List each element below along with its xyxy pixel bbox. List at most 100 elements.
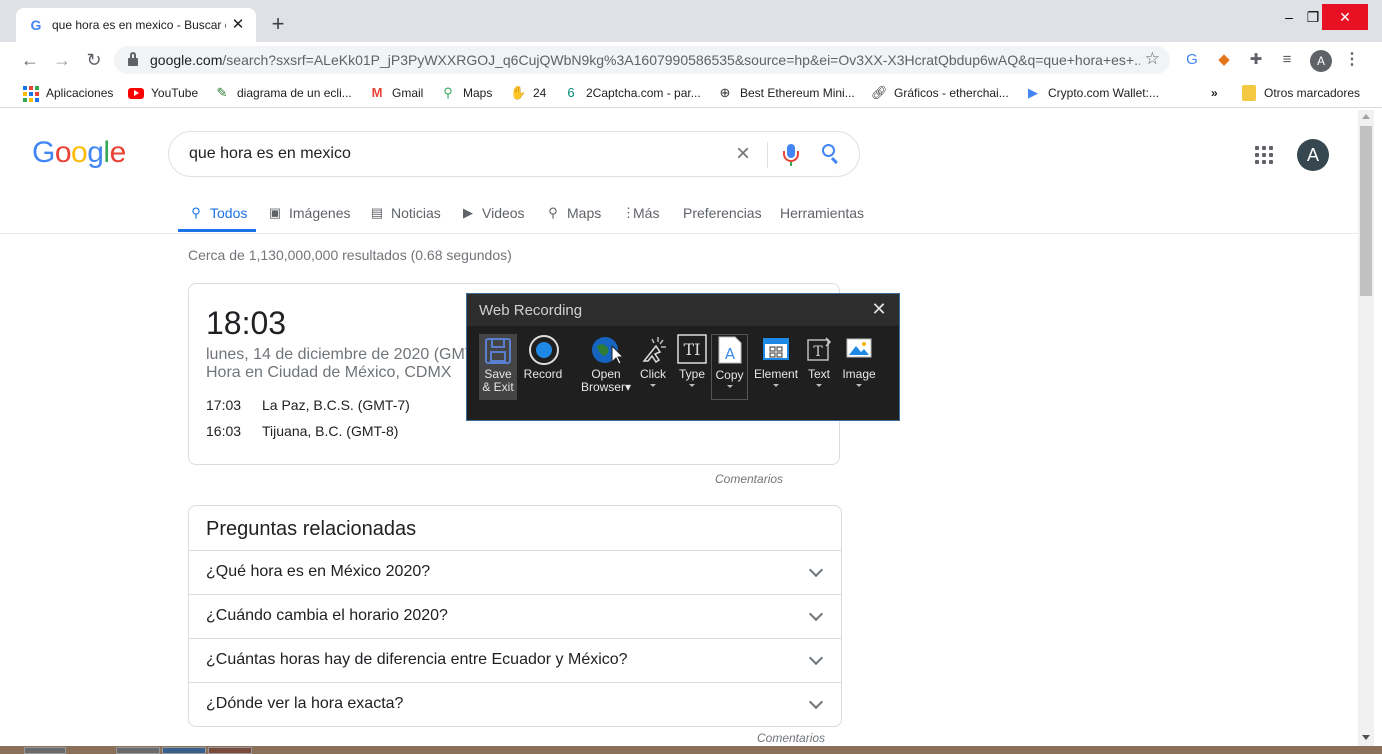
web-recording-dialog: Web Recording ✕ Save & Exit Record Open Br… [466, 293, 900, 421]
translate-extension-icon[interactable]: G [1182, 50, 1202, 70]
text-dropdown-caret[interactable] [816, 384, 822, 387]
forward-arrow-icon[interactable]: → [50, 48, 74, 72]
profile-avatar-small[interactable]: A [1310, 50, 1332, 72]
scroll-thumb[interactable] [1360, 126, 1372, 296]
taskbar-button[interactable] [24, 747, 66, 754]
feedback-link[interactable]: Comentarios [715, 472, 783, 486]
record-icon [528, 334, 559, 365]
bookmark-24[interactable]: ✋ 24 [510, 84, 546, 102]
bookmark-2captcha[interactable]: 6 2Captcha.com - par... [563, 84, 700, 102]
bookmark-maps[interactable]: ⚲ Maps [440, 84, 492, 102]
type-dropdown-caret[interactable] [689, 384, 695, 387]
type-button[interactable]: TI Type [674, 334, 710, 400]
search-input[interactable]: que hora es en mexico [189, 145, 351, 163]
chevron-down-icon[interactable] [809, 608, 823, 622]
chevron-down-icon[interactable] [809, 564, 823, 578]
youtube-icon [128, 87, 144, 99]
url-text[interactable]: google.com/search?sxsrf=ALeKk01P_jP3PyWX… [150, 52, 1140, 68]
svg-text:A: A [724, 345, 735, 363]
bookmark-apps[interactable]: Aplicaciones [22, 84, 113, 102]
search-icon[interactable] [821, 143, 843, 165]
click-label: Click [640, 367, 666, 381]
tab-label: Maps [567, 205, 602, 221]
click-dropdown-caret[interactable] [650, 384, 656, 387]
address-bar[interactable]: google.com/search?sxsrf=ALeKk01P_jP3PyWX… [114, 46, 1170, 74]
lock-icon[interactable] [128, 52, 138, 66]
reload-icon[interactable]: ↻ [82, 48, 106, 72]
taskbar-button[interactable] [116, 747, 160, 754]
bookmark-other-folder[interactable]: Otros marcadores [1242, 84, 1360, 102]
text-button[interactable]: T Text [804, 334, 834, 400]
microphone-icon[interactable] [781, 143, 801, 167]
question-text: ¿Cuándo cambia el horario 2020? [206, 607, 448, 624]
question-item[interactable]: ¿Cuándo cambia el horario 2020? [189, 594, 841, 638]
tab-herramientas[interactable]: Herramientas [780, 202, 864, 224]
copy-button[interactable]: A Copy [711, 334, 748, 400]
text-label: Text [807, 367, 830, 381]
close-icon[interactable]: ✕ [869, 298, 889, 320]
media-queue-icon[interactable]: ≡ [1277, 50, 1297, 70]
taskbar-button[interactable] [208, 747, 252, 754]
account-avatar[interactable]: A [1297, 139, 1329, 171]
extensions-puzzle-icon[interactable]: ✚ [1246, 50, 1266, 70]
scroll-up-arrow-icon[interactable] [1362, 114, 1370, 119]
metamask-fox-icon[interactable]: ◆ [1214, 50, 1234, 70]
feedback-link[interactable]: Comentarios [757, 731, 825, 745]
save-exit-button[interactable]: Save & Exit [479, 334, 517, 400]
new-tab-button[interactable]: + [266, 13, 290, 37]
tab-close-icon[interactable]: ✕ [230, 17, 246, 33]
element-label: Element [754, 367, 799, 381]
chevron-down-icon[interactable] [809, 696, 823, 710]
bookmark-gmail[interactable]: M Gmail [369, 84, 424, 102]
back-arrow-icon[interactable]: ← [18, 48, 42, 72]
element-button[interactable]: Element [754, 334, 798, 400]
bookmarks-overflow-button[interactable]: » [1211, 84, 1218, 102]
google-logo[interactable]: Google [32, 136, 126, 170]
image-dropdown-caret[interactable] [856, 384, 862, 387]
window-close-button[interactable]: ✕ [1322, 4, 1368, 30]
page-scrollbar[interactable] [1358, 110, 1374, 746]
tab-maps[interactable]: ⚲ Maps [546, 202, 601, 224]
question-item[interactable]: ¿Qué hora es en México 2020? [189, 550, 841, 594]
tab-todos[interactable]: ⚲ Todos [189, 202, 247, 224]
question-item[interactable]: ¿Cuántas horas hay de diferencia entre E… [189, 638, 841, 682]
tab-mas[interactable]: ⋮ Más [622, 202, 659, 224]
related-title: Preguntas relacionadas [206, 518, 417, 540]
copy-dropdown-caret[interactable] [726, 385, 733, 388]
question-item[interactable]: ¿Dónde ver la hora exacta? [189, 682, 841, 726]
bookmark-etherchain[interactable]: 🔗︎ Gráficos - etherchai... [871, 84, 1009, 102]
search-box[interactable]: que hora es en mexico × [168, 131, 860, 177]
row-place: La Paz, B.C.S. (GMT-7) [262, 397, 410, 413]
current-time: 18:03 [206, 305, 287, 341]
element-dropdown-caret[interactable] [773, 384, 779, 387]
recording-header[interactable]: Web Recording ✕ [467, 294, 899, 326]
record-button[interactable]: Record [522, 334, 564, 400]
bookmark-label: diagrama de un ecli... [237, 86, 352, 100]
tab-videos[interactable]: ▶ Videos [461, 202, 525, 224]
menu-kebab-icon[interactable]: ⋮ [1344, 49, 1360, 71]
bookmark-ethereum[interactable]: ⊕ Best Ethereum Mini... [717, 84, 855, 102]
google-apps-grid-icon[interactable] [1255, 146, 1273, 164]
clear-search-icon[interactable]: × [731, 141, 755, 167]
click-button[interactable]: Click [637, 334, 669, 400]
bookmark-youtube[interactable]: YouTube [128, 84, 198, 102]
chevron-down-icon[interactable] [809, 652, 823, 666]
url-host: google.com [150, 52, 223, 68]
bookmark-label: Aplicaciones [46, 86, 114, 100]
open-browser-button[interactable]: Open Browser▾ [580, 334, 632, 400]
image-button[interactable]: Image [839, 334, 879, 400]
minimize-button[interactable]: – [1276, 4, 1302, 30]
bookmark-label: 24 [533, 86, 547, 100]
bookmark-diagrama[interactable]: ✎ diagrama de un ecli... [214, 84, 352, 102]
tab-preferencias[interactable]: Preferencias [683, 202, 762, 224]
bookmark-crypto[interactable]: ▶ Crypto.com Wallet:... [1025, 84, 1159, 102]
taskbar-button[interactable] [162, 747, 206, 754]
scroll-down-arrow-icon[interactable] [1362, 735, 1370, 740]
svg-text:TI: TI [684, 340, 701, 359]
tab-imagenes[interactable]: ▣ Imágenes [268, 202, 351, 224]
browser-tab[interactable]: G que hora es en mexico - Buscar c ✕ [16, 8, 256, 42]
tab-noticias[interactable]: ▤ Noticias [370, 202, 441, 224]
bookmark-label: Maps [463, 86, 493, 100]
tab-label: Imágenes [289, 205, 351, 221]
bookmark-star-icon[interactable]: ☆ [1145, 49, 1160, 69]
